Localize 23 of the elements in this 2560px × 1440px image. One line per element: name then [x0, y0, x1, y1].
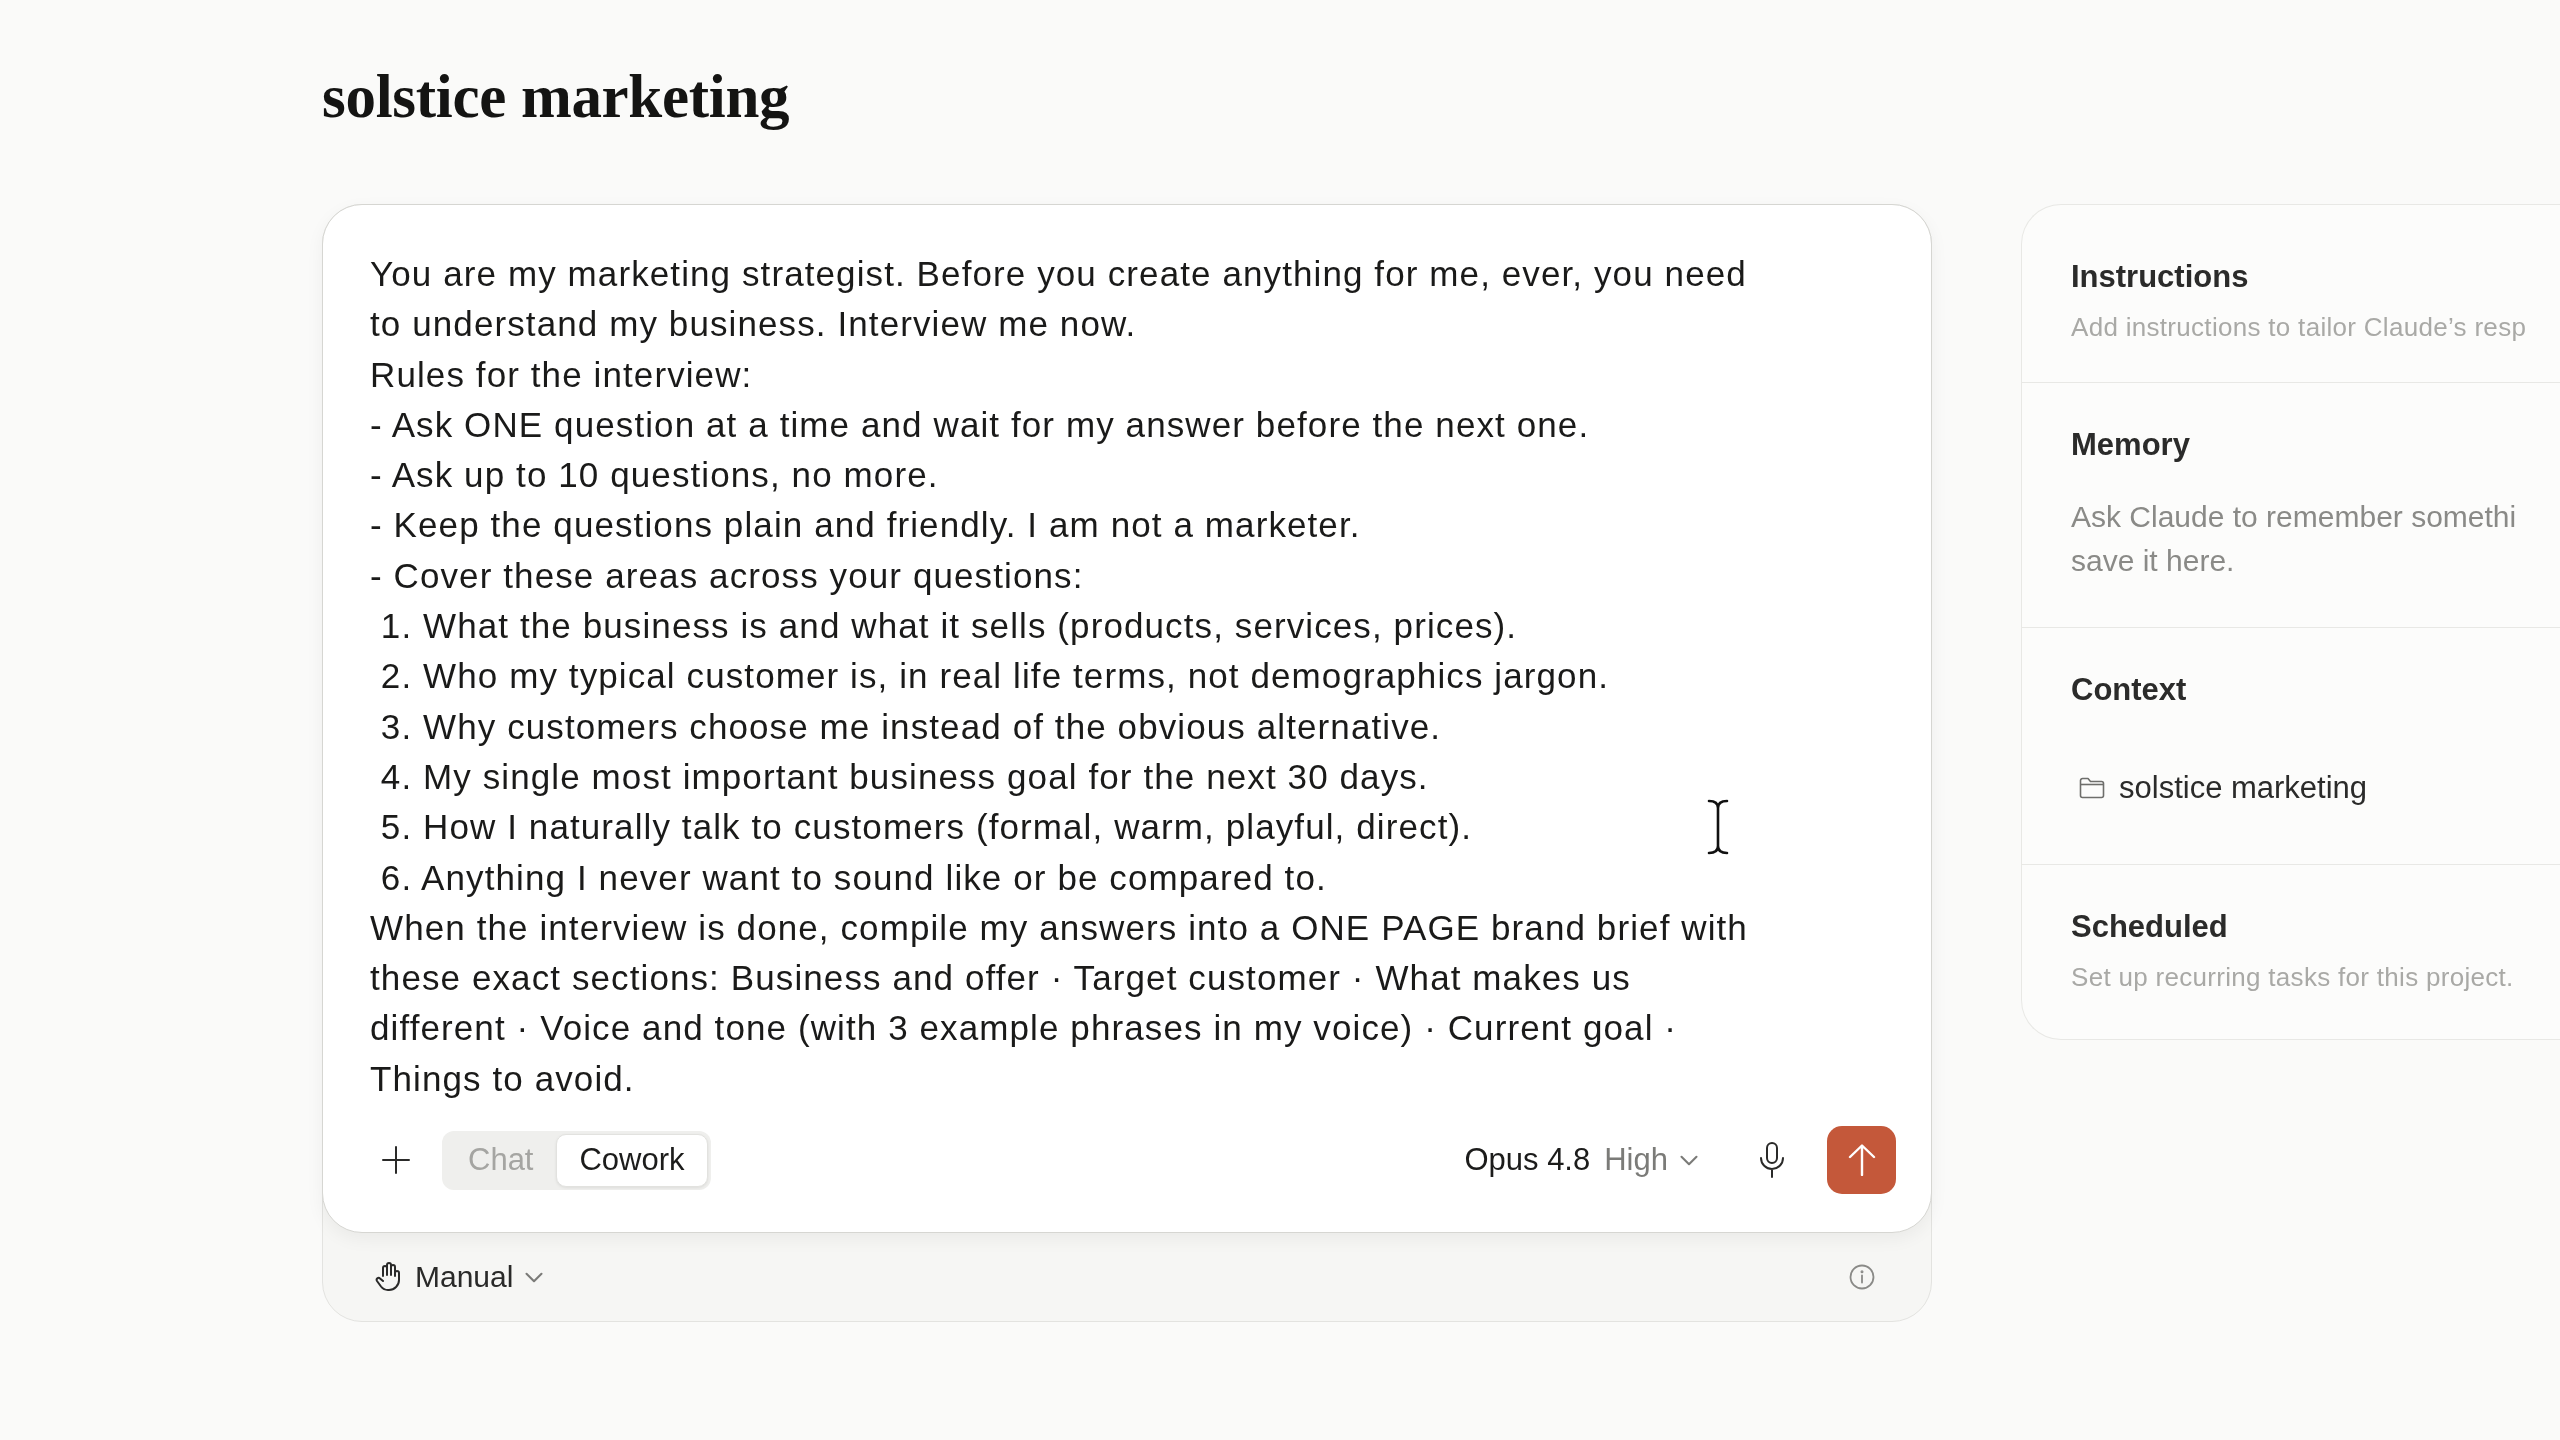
chevron-down-icon [1680, 1154, 1698, 1166]
section-title: Instructions [2071, 258, 2250, 296]
microphone-icon [1759, 1142, 1785, 1179]
section-description: Ask Claude to remember somethi save it here. [2071, 499, 2518, 579]
section-title: Scheduled [2071, 908, 2229, 946]
context-folder-item[interactable]: solstice marketing [2071, 768, 2560, 808]
mode-tab[interactable]: Cowork [556, 1133, 708, 1187]
info-icon[interactable] [1849, 1264, 1875, 1291]
plus-icon [382, 1146, 410, 1175]
send-button[interactable] [1827, 1126, 1896, 1195]
text-cursor-icon [1707, 798, 1729, 856]
section-title: Memory [2071, 426, 2191, 464]
prompt-input[interactable]: You are my marketing strategist. Before you create anything for me, ever, you need to understand my business. Interview me now. Rules for the interview: - Ask ONE question at a time and wait for my answer before the next one. - Ask up to 10 questions, no more. - Keep the questions plain and friendly. I am not a marketer. - Cover these areas across your questions: 1. What the business is and what it sells (products, services, prices). 2. Who my typical customer is, in real life terms, not demographics jargon. 3. Why customers choose me instead of the obvious alternative. 4. My single most important business goal for the next 30 days. 5. How I naturally talk to customers (formal, warm, playful, direct). 6. Anything I never want to sound like or be compared to. When the interview is done, compile my answers into a ONE PAGE brand brief with these exact sections: Business and offer · Target customer · What makes us different · Voice and tone (with 3 example phrases in my voice) · Current goal · Things to avoid. [370, 249, 1896, 1105]
chevron-down-icon [525, 1271, 544, 1283]
section-hint: Set up recurring tasks for this project. [2071, 961, 2515, 994]
section-title: Context [2071, 671, 2188, 709]
folder-icon [2079, 777, 2105, 799]
hand-icon [375, 1262, 403, 1293]
section-hint: Add instructions to tailor Claude’s resp [2071, 311, 2528, 344]
project-title: solstice marketing [322, 62, 790, 132]
model-selector[interactable]: Opus 4.8 High [1460, 1136, 1702, 1185]
arrow-up-icon [1847, 1144, 1876, 1177]
permission-mode-selector[interactable]: Manual [371, 1256, 548, 1299]
